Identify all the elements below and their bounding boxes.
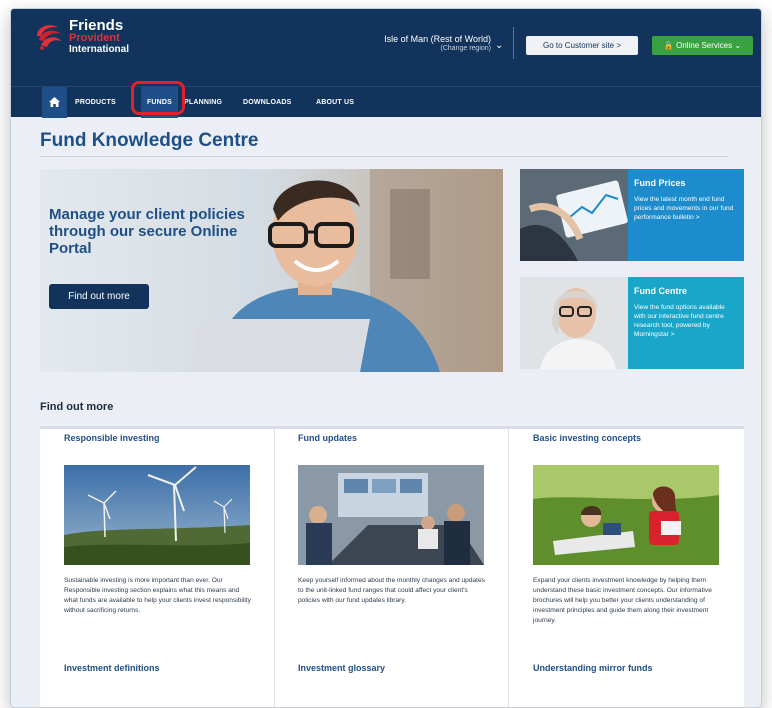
funds-highlight-annotation — [131, 81, 185, 115]
fund-prices-title: Fund Prices — [634, 178, 686, 188]
fund-prices-card[interactable]: Fund Prices View the latest month end fu… — [520, 169, 744, 261]
page-title: Fund Knowledge Centre — [40, 130, 259, 151]
fund-prices-photo — [520, 169, 628, 261]
fund-centre-description: View the fund options available with our… — [634, 304, 725, 338]
card-description: Sustainable investing is more important … — [64, 577, 251, 614]
region-name: Isle of Man (Rest of World) — [384, 34, 491, 44]
customer-site-button[interactable]: Go to Customer site > — [526, 36, 638, 55]
fund-centre-card[interactable]: Fund Centre View the fund options availa… — [520, 277, 744, 369]
card-responsible-investing: Responsible investing Sustainable invest… — [64, 433, 276, 673]
home-icon — [49, 97, 60, 107]
hero-photo — [40, 169, 503, 372]
card-basic-investing-concepts: Basic investing concepts Expand your cli… — [533, 433, 745, 673]
brand-logo[interactable]: Friends Provident International — [33, 18, 153, 58]
column-divider — [274, 429, 275, 707]
card-description: Expand your clients investment knowledge… — [533, 577, 712, 624]
find-out-more-heading: Find out more — [40, 401, 114, 413]
fund-prices-description: View the latest month end fund prices an… — [634, 196, 734, 221]
meeting-room-photo — [298, 465, 484, 565]
online-services-label: Online Services — [676, 41, 733, 50]
logo-wordmark: Friends Provident International — [69, 18, 129, 55]
card-description: Keep yourself informed about the monthly… — [298, 577, 485, 604]
nav-item-products[interactable]: PRODUCTS — [75, 87, 116, 118]
card-title[interactable]: Basic investing concepts — [533, 433, 745, 443]
chevron-down-icon: ⌄ — [734, 41, 742, 50]
logo-line-1: Friends — [69, 17, 124, 34]
card-title-investment-glossary[interactable]: Investment glossary — [298, 663, 385, 673]
hero-find-out-more-button[interactable]: Find out more — [49, 284, 149, 309]
region-selector[interactable]: Isle of Man (Rest of World) (Change regi… — [356, 34, 491, 52]
nav-item-about-us[interactable]: ABOUT US — [316, 87, 354, 118]
title-rule — [40, 156, 728, 157]
column-divider — [508, 429, 509, 707]
wind-turbines-photo — [64, 465, 250, 565]
nav-item-planning[interactable]: PLANNING — [184, 87, 222, 118]
site-header: Friends Provident International Isle of … — [11, 9, 761, 86]
card-title[interactable]: Fund updates — [298, 433, 510, 443]
fund-centre-photo — [520, 277, 628, 369]
online-services-button[interactable]: 🔒 Online Services ⌄ — [652, 36, 753, 55]
nav-item-downloads[interactable]: DOWNLOADS — [243, 87, 291, 118]
header-divider — [513, 27, 514, 59]
logo-swirl-icon — [37, 25, 61, 50]
region-change-link[interactable]: (Change region) — [356, 45, 491, 52]
card-title[interactable]: Responsible investing — [64, 433, 276, 443]
logo-line-2: Provident — [69, 32, 120, 44]
hero-headline: Manage your client policies through our … — [49, 206, 245, 257]
card-fund-updates: Fund updates Keep yourself informed abou… — [298, 433, 510, 673]
fund-centre-title: Fund Centre — [634, 286, 687, 296]
card-title-understanding-mirror-funds[interactable]: Understanding mirror funds — [533, 663, 653, 673]
logo-line-3: International — [69, 44, 130, 55]
card-title-investment-definitions[interactable]: Investment definitions — [64, 663, 160, 673]
lock-icon: 🔒 — [663, 41, 674, 50]
main-nav: PRODUCTS FUNDS PLANNING DOWNLOADS ABOUT … — [11, 86, 761, 118]
hero-banner: Manage your client policies through our … — [40, 169, 503, 372]
chevron-down-icon[interactable]: ⌄ — [495, 40, 503, 51]
couple-reading-photo — [533, 465, 719, 565]
nav-home[interactable] — [42, 87, 67, 118]
browser-frame: Friends Provident International Isle of … — [10, 8, 762, 708]
